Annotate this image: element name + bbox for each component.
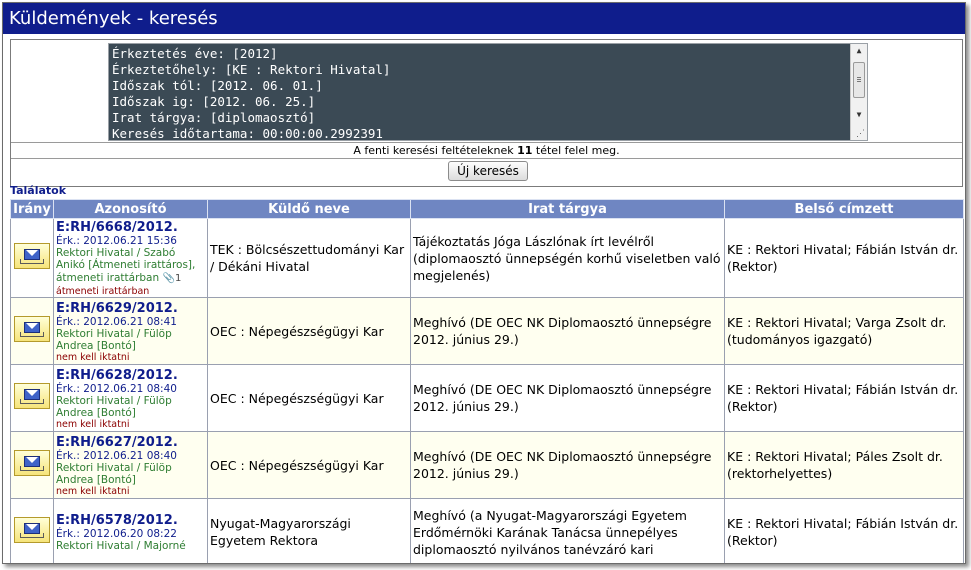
document-id-link[interactable]: E:RH/6629/2012.	[56, 301, 207, 316]
subject-cell: Meghívó (DE OEC NK Diplomaosztó ünnepség…	[410, 364, 725, 432]
column-header-id[interactable]: Azonosító	[53, 199, 208, 219]
criteria-line: Érkeztetőhely: [KE : Rektori Hivatal]	[112, 62, 391, 77]
recipient-cell: KE : Rektori Hivatal; Fábián István dr. …	[724, 498, 964, 563]
handler-text: Rektori Hivatal / Szabó Anikó [Átmeneti …	[56, 247, 196, 271]
column-header-recipient[interactable]: Belső címzett	[724, 199, 964, 219]
arrival-date: Érk.: 2012.06.21 08:41	[56, 315, 177, 328]
document-id-link[interactable]: E:RH/6627/2012.	[56, 435, 207, 450]
direction-cell	[10, 498, 54, 563]
criteria-line: Érkeztetés éve: [2012]	[112, 46, 278, 61]
subject-cell: Tájékoztatás Jóga Lászlónak írt levélről…	[410, 218, 725, 298]
results-label: Találatok	[10, 184, 67, 197]
column-header-subject[interactable]: Irat tárgya	[410, 199, 725, 219]
result-prefix: A fenti keresési feltételeknek	[353, 144, 518, 157]
table-row[interactable]: E:RH/6578/2012. Érk.: 2012.06.20 08:22 R…	[10, 498, 964, 563]
criteria-line: Irat tárgya: [diplomaosztó]	[112, 110, 316, 125]
incoming-mail-icon	[14, 243, 50, 269]
id-cell: E:RH/6628/2012. Érk.: 2012.06.21 08:40 R…	[53, 364, 208, 432]
paperclip-icon: 📎	[162, 273, 175, 284]
criteria-line: Időszak tól: [2012. 06. 01.]	[112, 78, 323, 93]
id-cell: E:RH/6627/2012. Érk.: 2012.06.21 08:40 R…	[53, 431, 208, 499]
recipient-cell: KE : Rektori Hivatal; Fábián István dr. …	[724, 364, 964, 432]
sender-cell: TEK : Bölcsészettudományi Kar / Dékáni H…	[207, 218, 411, 298]
search-window: Küldemények - keresés Érkeztetés éve: [2…	[2, 2, 966, 564]
subject-cell: Meghívó (a Nyugat-Magyarországi Egyetem …	[410, 498, 725, 563]
id-cell: E:RH/6578/2012. Érk.: 2012.06.20 08:22 R…	[53, 498, 208, 563]
incoming-mail-icon	[14, 450, 50, 476]
document-id-link[interactable]: E:RH/6578/2012.	[56, 513, 207, 528]
table-row[interactable]: E:RH/6627/2012. Érk.: 2012.06.21 08:40 R…	[10, 431, 964, 499]
arrival-date: Érk.: 2012.06.21 15:36	[56, 235, 177, 247]
id-cell: E:RH/6668/2012. Érk.: 2012.06.21 15:36 R…	[53, 218, 208, 298]
status-value: átmeneti irattárban	[56, 272, 160, 284]
document-id-link[interactable]: E:RH/6628/2012.	[56, 368, 207, 383]
column-header-direction[interactable]: Irány	[10, 199, 54, 219]
handler-text: Rektori Hivatal / Fülöp Andrea [Bontó]	[56, 394, 172, 419]
recipient-cell: KE : Rektori Hivatal; Fábián István dr. …	[724, 218, 964, 298]
attachment-count: 1	[174, 273, 182, 284]
criteria-line: Keresés időtartama: 00:00:00.2992391	[112, 126, 383, 141]
criteria-scrollbar[interactable]: ▲ ▼ ⋰	[850, 44, 867, 140]
table-row[interactable]: E:RH/6668/2012. Érk.: 2012.06.21 15:36 R…	[10, 218, 964, 298]
new-search-button[interactable]: Új keresés	[448, 161, 528, 181]
direction-cell	[10, 218, 54, 298]
document-id-link[interactable]: E:RH/6668/2012.	[56, 220, 207, 235]
handler-text: Rektori Hivatal / Fülöp Andrea [Bontó]	[56, 461, 172, 486]
result-count-line: A fenti keresési feltételeknek 11 tétel …	[11, 143, 962, 158]
result-count: 11	[517, 144, 533, 157]
recipient-cell: KE : Rektori Hivatal; Varga Zsolt dr. (t…	[724, 297, 964, 365]
criteria-line: Időszak ig: [2012. 06. 25.]	[112, 94, 316, 109]
scroll-thumb[interactable]	[853, 62, 865, 98]
sender-cell: OEC : Népegészségügyi Kar	[207, 431, 411, 499]
subject-cell: Meghívó (DE OEC NK Diplomaosztó ünnepség…	[410, 431, 725, 499]
window-title: Küldemények - keresés	[3, 3, 965, 34]
table-row[interactable]: E:RH/6628/2012. Érk.: 2012.06.21 08:40 R…	[10, 364, 964, 432]
scroll-up-arrow-icon[interactable]: ▲	[851, 44, 867, 58]
note-text: nem kell iktatni	[56, 351, 130, 363]
table-row[interactable]: E:RH/6629/2012. Érk.: 2012.06.21 08:41 R…	[10, 297, 964, 365]
subject-cell: Meghívó (DE OEC NK Diplomaosztó ünnepség…	[410, 297, 725, 365]
incoming-mail-icon	[14, 517, 50, 543]
result-suffix: tétel felel meg.	[532, 144, 620, 157]
incoming-mail-icon	[14, 383, 50, 409]
note-text: átmeneti irattárban	[56, 286, 150, 297]
scroll-down-arrow-icon[interactable]: ▼	[851, 108, 867, 122]
note-text: nem kell iktatni	[56, 418, 130, 430]
sender-cell: OEC : Népegészségügyi Kar	[207, 364, 411, 432]
arrival-date: Érk.: 2012.06.21 08:40	[56, 382, 177, 395]
note-text: nem kell iktatni	[56, 485, 130, 497]
handler-text: Rektori Hivatal / Majorné	[56, 540, 186, 552]
resize-grip-icon[interactable]: ⋰	[856, 129, 866, 139]
direction-cell	[10, 431, 54, 499]
incoming-mail-icon	[14, 316, 50, 342]
column-header-sender[interactable]: Küldő neve	[207, 199, 411, 219]
sender-cell: OEC : Népegészségügyi Kar	[207, 297, 411, 365]
arrival-date: Érk.: 2012.06.20 08:22	[56, 528, 177, 540]
search-criteria-textarea[interactable]: Érkeztetés éve: [2012] Érkeztetőhely: [K…	[108, 43, 868, 141]
sender-cell: Nyugat-Magyarországi Egyetem Rektora	[207, 498, 411, 563]
handler-text: Rektori Hivatal / Fülöp Andrea [Bontó]	[56, 327, 172, 352]
status-text: átmeneti irattárban 📎1	[56, 271, 207, 286]
results-table: Irány Azonosító Küldő neve Irat tárgya B…	[10, 199, 964, 563]
direction-cell	[10, 364, 54, 432]
id-cell: E:RH/6629/2012. Érk.: 2012.06.21 08:41 R…	[53, 297, 208, 365]
direction-cell	[10, 297, 54, 365]
search-summary-panel: Érkeztetés éve: [2012] Érkeztetőhely: [K…	[10, 39, 963, 187]
arrival-date: Érk.: 2012.06.21 08:40	[56, 449, 177, 462]
recipient-cell: KE : Rektori Hivatal; Páles Zsolt dr. (r…	[724, 431, 964, 499]
